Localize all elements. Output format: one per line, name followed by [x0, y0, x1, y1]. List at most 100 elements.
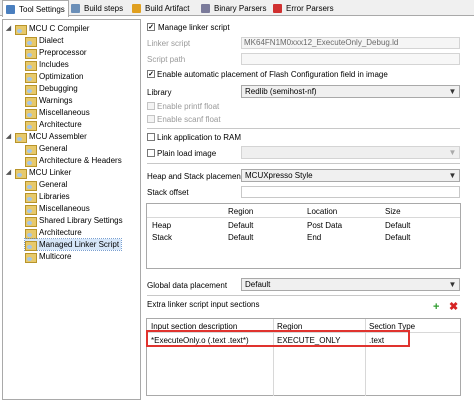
- folder-settings-icon: [25, 144, 37, 155]
- plain-load-image-select[interactable]: ▼: [241, 146, 460, 159]
- table-cell[interactable]: End: [307, 233, 321, 242]
- stack-offset-field[interactable]: [241, 186, 460, 198]
- link-to-ram-checkbox[interactable]: [147, 133, 155, 141]
- plain-load-image-checkbox[interactable]: [147, 149, 155, 157]
- tree-label: Libraries: [39, 192, 70, 201]
- separator: [147, 163, 460, 164]
- folder-settings-icon: [25, 60, 37, 71]
- tree-label: Shared Library Settings: [39, 216, 123, 225]
- extra-sections-label: Extra linker script input sections: [147, 300, 260, 309]
- tree-label: Dialect: [39, 36, 64, 45]
- tree-label: Miscellaneous: [39, 204, 90, 213]
- tool-settings-icon: [6, 4, 15, 14]
- global-data-placement-select[interactable]: Default ▼: [241, 278, 460, 291]
- tree-node-linker-architecture[interactable]: Architecture: [25, 227, 82, 239]
- library-label: Library: [147, 88, 172, 97]
- folder-settings-icon: [25, 96, 37, 107]
- link-to-ram-label: Link application to RAM: [157, 133, 242, 142]
- tree-node-linker-miscellaneous[interactable]: Miscellaneous: [25, 203, 90, 215]
- tree-label: Managed Linker Script: [39, 240, 120, 249]
- folder-settings-icon: [25, 36, 37, 47]
- table-cell[interactable]: Default: [228, 233, 253, 242]
- binary-parsers-icon: [201, 3, 210, 13]
- folder-settings-icon: [25, 204, 37, 215]
- collapse-icon[interactable]: ◢: [5, 25, 12, 32]
- tree-node-mcu-linker[interactable]: ◢ MCU Linker: [5, 167, 72, 179]
- add-icon[interactable]: +: [433, 302, 439, 313]
- tree-label: Optimization: [39, 72, 84, 81]
- tree-node-multicore[interactable]: Multicore: [25, 251, 72, 263]
- folder-settings-icon: [25, 84, 37, 95]
- tab-build-steps[interactable]: Build steps: [68, 0, 126, 16]
- tree-node-optimization[interactable]: Optimization: [25, 71, 84, 83]
- folder-settings-icon: [25, 240, 37, 251]
- separator: [147, 128, 460, 129]
- error-parsers-icon: [273, 3, 282, 13]
- enable-printf-float-label: Enable printf float: [157, 102, 220, 111]
- table-cell[interactable]: Post Data: [307, 221, 342, 230]
- tree-label: Architecture: [39, 120, 82, 129]
- folder-settings-icon: [25, 216, 37, 227]
- tree-node-warnings[interactable]: Warnings: [25, 95, 73, 107]
- tab-build-artifact[interactable]: Build Artifact: [129, 0, 192, 16]
- manage-linker-script-label: Manage linker script: [158, 23, 230, 32]
- settings-tree: ◢ MCU C Compiler Dialect Preprocessor Inc…: [2, 19, 141, 400]
- tree-node-debugging[interactable]: Debugging: [25, 83, 78, 95]
- tree-node-shared-library-settings[interactable]: Shared Library Settings: [25, 215, 123, 227]
- folder-settings-icon: [25, 180, 37, 191]
- table-cell: Stack: [152, 233, 173, 242]
- tree-label: Miscellaneous: [39, 108, 90, 117]
- manage-linker-script-checkbox[interactable]: [147, 23, 155, 31]
- row-divider: [147, 217, 460, 218]
- chevron-down-icon: ▼: [448, 148, 457, 157]
- build-artifact-icon: [132, 3, 141, 13]
- heap-stack-placement-select[interactable]: MCUXpresso Style ▼: [241, 169, 460, 182]
- enable-scanf-float-checkbox[interactable]: [147, 115, 155, 123]
- tree-label: Architecture: [39, 228, 82, 237]
- folder-settings-icon: [25, 156, 37, 167]
- folder-settings-icon: [15, 132, 27, 143]
- library-select[interactable]: Redlib (semihost-nf) ▼: [241, 85, 460, 98]
- tab-binary-parsers[interactable]: Binary Parsers: [198, 0, 269, 16]
- tree-node-mcu-c-compiler[interactable]: ◢ MCU C Compiler: [5, 23, 90, 35]
- tree-node-asm-general[interactable]: General: [25, 143, 67, 155]
- table-cell[interactable]: Default: [385, 221, 410, 230]
- tree-node-linker-general[interactable]: General: [25, 179, 67, 191]
- enable-printf-float-checkbox[interactable]: [147, 102, 155, 110]
- tree-node-preprocessor[interactable]: Preprocessor: [25, 47, 87, 59]
- highlight-box: [146, 330, 410, 347]
- tree-node-architecture[interactable]: Architecture: [25, 119, 82, 131]
- tab-bar: Tool Settings Build steps Build Artifact…: [0, 0, 474, 17]
- tab-tool-settings[interactable]: Tool Settings: [2, 0, 69, 17]
- enable-flash-config-checkbox[interactable]: [147, 70, 155, 78]
- tree-node-includes[interactable]: Includes: [25, 59, 69, 71]
- folder-settings-icon: [25, 120, 37, 131]
- tree-label: MCU Assembler: [29, 132, 87, 141]
- tree-label: Multicore: [39, 252, 72, 261]
- stack-offset-label: Stack offset: [147, 188, 189, 197]
- tree-node-architecture-headers[interactable]: Architecture & Headers: [25, 155, 122, 167]
- tree-label: MCU Linker: [29, 168, 72, 177]
- collapse-icon[interactable]: ◢: [5, 133, 12, 140]
- folder-settings-icon: [15, 168, 27, 179]
- heap-stack-placement-value: MCUXpresso Style: [245, 171, 313, 180]
- tab-label: Build Artifact: [145, 3, 190, 13]
- folder-settings-icon: [25, 252, 37, 263]
- tree-node-managed-linker-script[interactable]: Managed Linker Script: [23, 238, 123, 251]
- collapse-icon[interactable]: ◢: [5, 169, 12, 176]
- tree-node-dialect[interactable]: Dialect: [25, 35, 64, 47]
- remove-icon[interactable]: ✖: [449, 302, 458, 313]
- table-cell[interactable]: Default: [385, 233, 410, 242]
- tree-node-miscellaneous[interactable]: Miscellaneous: [25, 107, 90, 119]
- script-path-field[interactable]: [241, 53, 460, 65]
- column-header: Location: [307, 207, 338, 216]
- tree-label: MCU C Compiler: [29, 24, 90, 33]
- tab-label: Build steps: [84, 3, 124, 13]
- script-path-label: Script path: [147, 55, 186, 64]
- tree-node-libraries[interactable]: Libraries: [25, 191, 70, 203]
- linker-script-field[interactable]: MK64FN1M0xxx12_ExecuteOnly_Debug.ld: [241, 37, 460, 49]
- tree-label: Preprocessor: [39, 48, 87, 57]
- tab-error-parsers[interactable]: Error Parsers: [270, 0, 337, 16]
- table-cell[interactable]: Default: [228, 221, 253, 230]
- tree-node-mcu-assembler[interactable]: ◢ MCU Assembler: [5, 131, 87, 143]
